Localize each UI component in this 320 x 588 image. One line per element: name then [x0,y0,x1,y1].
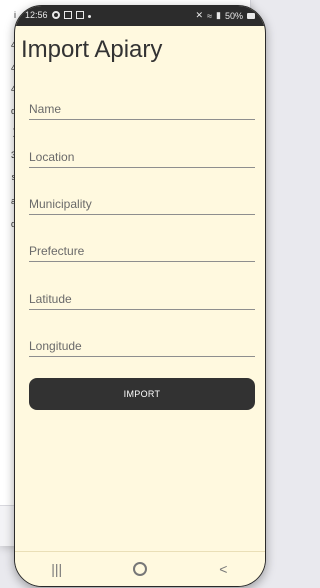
notification-icon [63,11,72,19]
prefecture-label: Prefecture [29,244,85,258]
location-label: Location [29,150,75,164]
battery-icon [247,12,255,19]
field-underline [29,214,255,215]
settings-icon [51,11,60,19]
back-button[interactable]: < [203,561,243,577]
home-icon [132,562,147,576]
longitude-label: Longitude [29,339,82,353]
recents-icon: ||| [51,561,63,577]
navigation-bar: ||| < [15,551,265,586]
municipality-label: Municipality [29,197,92,211]
location-field[interactable]: Location [29,144,255,168]
field-underline [29,261,255,262]
prefecture-field[interactable]: Prefecture [29,238,255,262]
page-title: Import Apiary [21,36,163,63]
dot-icon [87,15,91,18]
wifi-icon: ≈ [207,10,213,21]
field-underline [29,309,255,310]
back-icon: < [219,561,228,577]
municipality-field[interactable]: Municipality [29,191,255,215]
longitude-field[interactable]: Longitude [29,333,255,357]
notification-icon [75,11,84,19]
status-bar: 12:56 ✕ ≈ ▮ 50% [15,6,265,26]
name-field[interactable]: Name [29,96,255,120]
latitude-label: Latitude [29,292,72,306]
signal-icon: ▮ [216,10,221,20]
latitude-field[interactable]: Latitude [29,286,255,310]
field-underline [29,356,255,357]
battery-percent: 50% [224,10,243,21]
status-time: 12:56 [25,10,48,20]
import-button[interactable]: IMPORT [29,378,255,410]
field-underline [29,119,255,120]
name-label: Name [29,102,62,116]
phone-screen: 12:56 ✕ ≈ ▮ 50% Import Apiary Name Locat… [14,5,266,587]
field-underline [29,167,255,168]
home-button[interactable] [120,562,160,576]
mute-icon: ✕ [195,10,204,20]
recents-button[interactable]: ||| [37,561,77,577]
